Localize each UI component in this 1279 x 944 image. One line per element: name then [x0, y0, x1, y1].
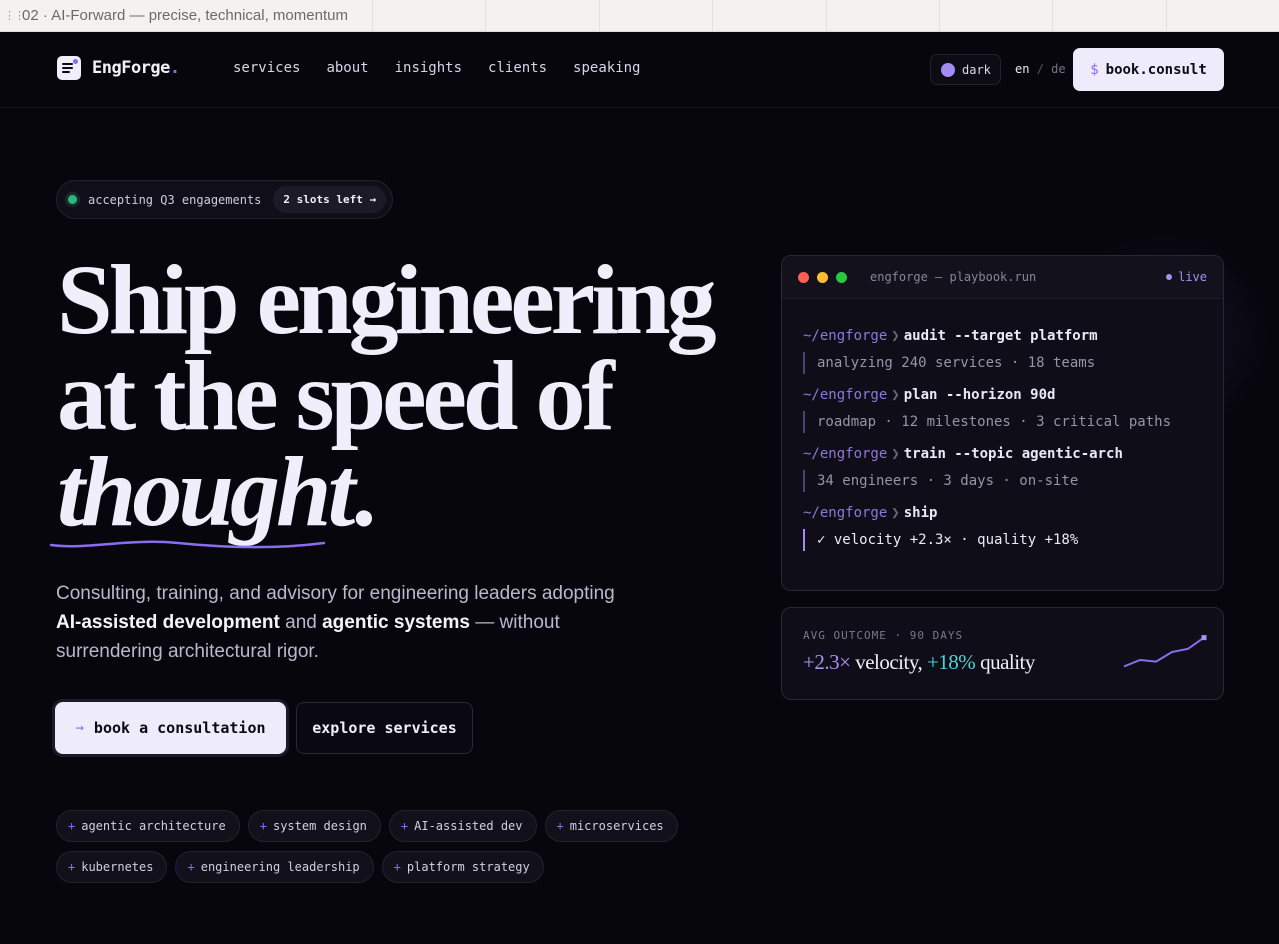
- headline-line-2: at the speed of: [57, 340, 615, 451]
- brand-logo[interactable]: EngForge.: [57, 56, 180, 80]
- terminal-command: ~/engforge ❯ ship: [803, 505, 938, 521]
- slots-left-badge[interactable]: 2 slots left →: [273, 186, 387, 213]
- plus-icon: +: [259, 819, 267, 833]
- terminal-output: 34 engineers · 3 days · on-site: [803, 470, 1201, 492]
- drag-grip-icon[interactable]: ⋮⋮: [0, 9, 25, 22]
- plus-icon: +: [556, 819, 564, 833]
- terminal-command: ~/engforge ❯ plan --horizon 90d: [803, 387, 1056, 403]
- plus-icon: +: [187, 860, 195, 874]
- maximize-dot-icon: [836, 271, 847, 283]
- arrow-right-icon: →: [75, 720, 84, 736]
- plus-icon: +: [68, 819, 76, 833]
- theme-toggle[interactable]: dark: [930, 54, 1001, 85]
- headline-underline: [49, 540, 326, 549]
- frame-label: 02 · AI-Forward — precise, technical, mo…: [22, 7, 348, 24]
- tag-engineering-leadership[interactable]: + engineering leadership: [175, 851, 374, 883]
- outcome-value: +2.3× velocity, +18% quality: [803, 650, 1035, 674]
- tag-microservices[interactable]: + microservices: [544, 810, 678, 842]
- terminal-command: ~/engforge ❯ audit --target platform: [803, 328, 1098, 344]
- tag-ai-assisted-dev[interactable]: + AI-assisted dev: [388, 810, 537, 842]
- ruler-columns: [372, 0, 1279, 31]
- language-switcher: en / de: [1015, 62, 1066, 76]
- terminal-title: engforge — playbook.run: [870, 270, 1037, 284]
- nav-link-services[interactable]: services: [233, 60, 300, 76]
- book-consultation-label: book a consultation: [93, 719, 266, 737]
- headline-line-3: thought.: [57, 436, 376, 547]
- brand-name: EngForge.: [92, 58, 180, 78]
- topic-tags: + agentic architecture + system design + AI…: [56, 810, 716, 892]
- plus-icon: +: [400, 819, 409, 833]
- terminal-output: roadmap · 12 milestones · 3 critical pat…: [803, 411, 1201, 433]
- terminal-output: analyzing 240 services · 18 teams: [803, 352, 1201, 374]
- availability-text: accepting Q3 engagements: [88, 192, 262, 207]
- outcome-label: AVG OUTCOME · 90 DAYS: [803, 629, 964, 642]
- nav-link-insights[interactable]: insights: [395, 60, 462, 76]
- live-indicator: live: [1166, 270, 1207, 284]
- terminal-command: ~/engforge ❯ train --topic agentic-arch: [803, 446, 1123, 462]
- tag-agentic-architecture[interactable]: + agentic architecture: [56, 810, 240, 842]
- theme-label: dark: [962, 62, 991, 77]
- terminal-output: ✓ velocity +2.3× · quality +18%: [803, 529, 1201, 551]
- close-dot-icon: [798, 271, 809, 283]
- terminal-body: ~/engforge ❯ audit --target platform analy…: [782, 299, 1223, 551]
- terminal-titlebar: engforge — playbook.run live: [782, 256, 1223, 299]
- terminal-entry: ~/engforge ❯ train --topic agentic-arch 34…: [803, 444, 1201, 492]
- headline-line-1: Ship engineering: [57, 244, 717, 355]
- tag-row: + kubernetes + engineering leadership + pla…: [56, 851, 716, 883]
- terminal-entry: ~/engforge ❯ ship ✓ velocity +2.3× · quali…: [803, 503, 1201, 551]
- frame-label-bar: ⋮⋮ 02 · AI-Forward — precise, technical,…: [0, 0, 1279, 32]
- document-lines-icon: [57, 56, 81, 80]
- terminal-window: engforge — playbook.run live ~/engforge ❯…: [781, 255, 1224, 591]
- circle-toggle-icon: [941, 62, 955, 77]
- book-consult-button[interactable]: $ book.consult: [1073, 48, 1224, 91]
- hero-subtitle: Consulting, training, and advisory for e…: [56, 583, 615, 662]
- tag-kubernetes[interactable]: + kubernetes: [56, 851, 168, 883]
- outcome-sparkline: [1123, 635, 1207, 668]
- dollar-icon: $: [1090, 61, 1099, 78]
- live-dot-icon: [1166, 274, 1173, 280]
- terminal-entry: ~/engforge ❯ audit --target platform analy…: [803, 326, 1201, 374]
- book-consult-label: book.consult: [1105, 61, 1207, 78]
- plus-icon: +: [68, 860, 76, 874]
- tag-platform-strategy[interactable]: + platform strategy: [381, 851, 544, 883]
- nav-link-clients[interactable]: clients: [488, 60, 547, 76]
- headline-emphasis: thought: [57, 436, 355, 547]
- availability-pill: accepting Q3 engagements 2 slots left →: [56, 180, 394, 219]
- hero-headline: Ship engineering at the speed of thought…: [57, 244, 717, 547]
- top-navigation: EngForge. services about insights client…: [0, 32, 1279, 108]
- nav-link-about[interactable]: about: [326, 60, 368, 76]
- explore-services-button[interactable]: explore services: [296, 702, 473, 754]
- tag-system-design[interactable]: + system design: [247, 810, 381, 842]
- nav-links: services about insights clients speaking: [233, 60, 640, 76]
- terminal-entry: ~/engforge ❯ plan --horizon 90d roadmap · …: [803, 385, 1201, 433]
- lang-de[interactable]: de: [1051, 62, 1065, 76]
- minimize-dot-icon: [817, 271, 828, 283]
- nav-link-speaking[interactable]: speaking: [573, 60, 640, 76]
- plus-icon: +: [393, 860, 401, 874]
- sparkline-endpoint: [1201, 635, 1207, 641]
- book-consultation-button[interactable]: → book a consultation: [55, 702, 286, 754]
- sparkline-path: [1123, 636, 1205, 668]
- lang-en[interactable]: en: [1015, 62, 1029, 76]
- status-dot-icon: [68, 195, 77, 204]
- explore-services-label: explore services: [312, 719, 457, 737]
- tag-row: + agentic architecture + system design + AI…: [56, 810, 716, 842]
